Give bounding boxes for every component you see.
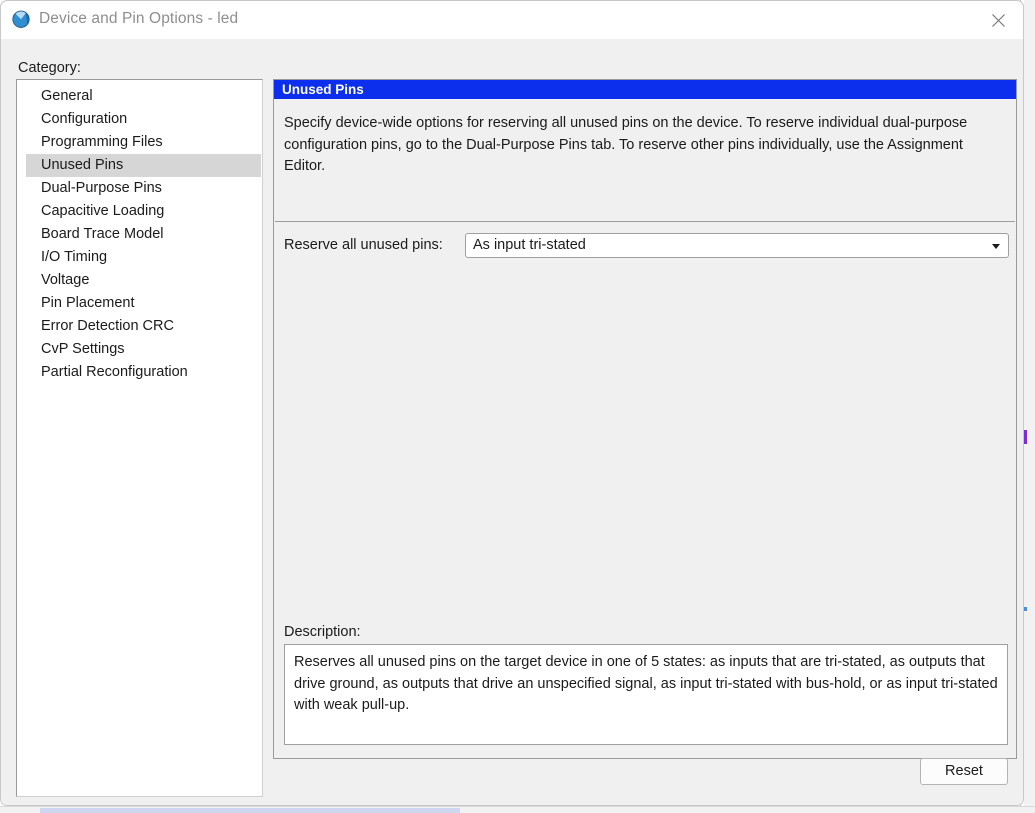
- sidebar-item-capacitive-loading[interactable]: Capacitive Loading: [17, 200, 262, 223]
- dialog-title: Device and Pin Options - led: [39, 10, 239, 27]
- backdrop-accent-1: [1024, 430, 1027, 444]
- description-label: Description:: [284, 624, 361, 640]
- panel-separator: [275, 221, 1015, 222]
- chevron-down-icon: [992, 244, 1000, 249]
- quartus-globe-icon: [12, 10, 31, 29]
- sidebar-item-board-trace-model[interactable]: Board Trace Model: [17, 223, 262, 246]
- description-box: Reserves all unused pins on the target d…: [284, 644, 1008, 745]
- sidebar-item-configuration[interactable]: Configuration: [17, 108, 262, 131]
- device-and-pin-options-dialog: Device and Pin Options - led Category: G…: [0, 0, 1024, 806]
- sidebar-item-unused-pins[interactable]: Unused Pins: [26, 154, 261, 177]
- sidebar-item-general[interactable]: General: [17, 85, 262, 108]
- category-label: Category:: [18, 60, 81, 76]
- sidebar-item-dual-purpose-pins[interactable]: Dual-Purpose Pins: [17, 177, 262, 200]
- sidebar-item-voltage[interactable]: Voltage: [17, 269, 262, 292]
- reserve-unused-pins-label: Reserve all unused pins:: [284, 237, 443, 253]
- reserve-unused-pins-select[interactable]: As input tri-stated: [465, 233, 1009, 258]
- backdrop-right-strip: [1024, 0, 1035, 813]
- panel-intro-text: Specify device-wide options for reservin…: [284, 115, 968, 174]
- dialog-body: Category: General Configuration Programm…: [1, 39, 1023, 805]
- unused-pins-panel: Unused Pins Specify device-wide options …: [273, 79, 1017, 785]
- reset-button[interactable]: Reset: [920, 758, 1008, 785]
- category-list[interactable]: General Configuration Programming Files …: [16, 79, 263, 797]
- close-icon[interactable]: [975, 1, 1023, 39]
- sidebar-item-pin-placement[interactable]: Pin Placement: [17, 292, 262, 315]
- reserve-unused-pins-value: As input tri-stated: [473, 237, 586, 253]
- sidebar-item-partial-reconfiguration[interactable]: Partial Reconfiguration: [17, 361, 262, 384]
- dialog-titlebar: Device and Pin Options - led: [1, 1, 1023, 39]
- panel-header-title: Unused Pins: [274, 80, 1016, 99]
- backdrop-bottom-content: [40, 808, 460, 813]
- backdrop-bottom-divider: [0, 806, 1035, 807]
- sidebar-item-cvp-settings[interactable]: CvP Settings: [17, 338, 262, 361]
- sidebar-item-programming-files[interactable]: Programming Files: [17, 131, 262, 154]
- sidebar-item-io-timing[interactable]: I/O Timing: [17, 246, 262, 269]
- sidebar-item-error-detection-crc[interactable]: Error Detection CRC: [17, 315, 262, 338]
- description-text: Reserves all unused pins on the target d…: [294, 654, 998, 713]
- backdrop-accent-2: [1024, 607, 1027, 611]
- reserve-unused-pins-row: Reserve all unused pins: As input tri-st…: [284, 233, 1009, 258]
